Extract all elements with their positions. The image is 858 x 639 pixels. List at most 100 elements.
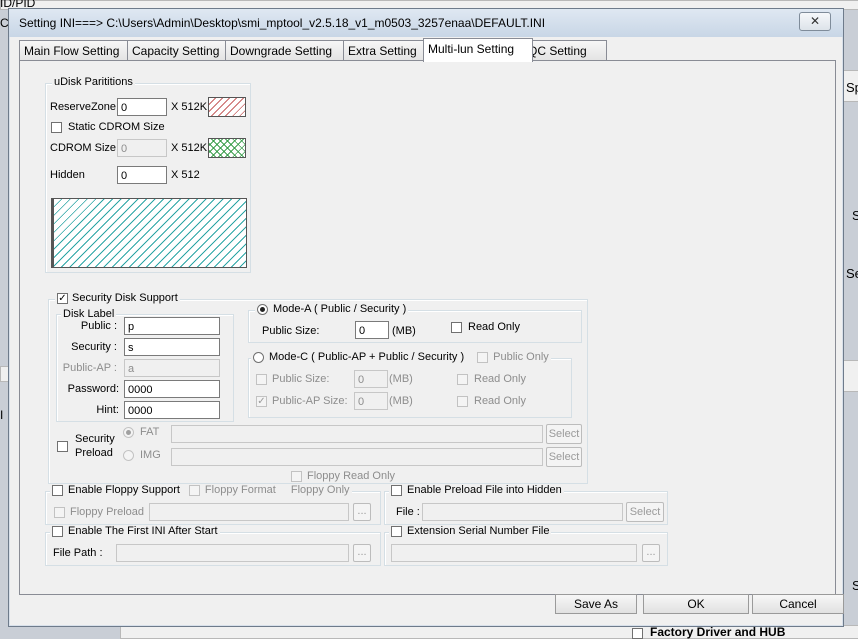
floppy-browse-button[interactable]: ... xyxy=(353,503,371,521)
tab-qc-setting[interactable]: QC Setting xyxy=(523,40,607,61)
ext-serial-title-row: Extension Serial Number File xyxy=(389,525,552,537)
mode-c-radio[interactable] xyxy=(253,351,264,363)
background-text: S xyxy=(852,208,858,223)
public-ap-input[interactable]: a xyxy=(124,359,220,377)
security-disk-title: Security Disk Support xyxy=(72,292,178,304)
reserve-zone-input[interactable]: 0 xyxy=(117,98,167,116)
mode-c-title-row: Mode-C ( Public-AP + Public / Security )… xyxy=(251,351,551,363)
fat-label: FAT xyxy=(140,426,160,438)
background-text: Factory Driver and HUB xyxy=(650,625,786,639)
hint-input[interactable]: 0000 xyxy=(124,401,220,419)
title-bar: Setting INI===> C:\Users\Admin\Desktop\s… xyxy=(9,9,843,37)
password-input[interactable]: 0000 xyxy=(124,380,220,398)
security-preload-label-1: Security xyxy=(75,433,115,445)
hidden-label: Hidden xyxy=(50,169,85,181)
ext-serial-group: Extension Serial Number File ... xyxy=(384,525,668,566)
preload-file-input[interactable] xyxy=(422,503,623,521)
public-only-checkbox[interactable] xyxy=(477,351,489,363)
background-text: I xyxy=(0,408,4,422)
cdrom-size-input[interactable]: 0 xyxy=(117,139,167,157)
floppy-preload-checkbox[interactable] xyxy=(54,507,65,518)
background-text: Se xyxy=(846,266,858,281)
public-label-input[interactable]: p xyxy=(124,317,220,335)
cdrom-size-label: CDROM Size xyxy=(50,142,117,154)
img-label: IMG xyxy=(140,449,161,461)
mode-a-read-only-checkbox[interactable] xyxy=(451,322,462,333)
file-path-input[interactable] xyxy=(116,544,349,562)
mode-c-public-size-input[interactable]: 0 xyxy=(354,370,388,388)
floppy-format-label: Floppy Format xyxy=(204,484,276,496)
cdrom-swatch xyxy=(208,138,246,158)
mode-c-read-only-checkbox[interactable] xyxy=(457,374,468,385)
fat-select-button[interactable]: Select xyxy=(546,424,582,444)
public-size-input[interactable]: 0 xyxy=(355,321,389,339)
enable-floppy-label: Enable Floppy Support xyxy=(68,484,180,496)
fat-path-input[interactable] xyxy=(171,425,543,443)
cdrom-size-unit: X 512K xyxy=(171,142,208,154)
preload-hidden-title-row: Enable Preload File into Hidden xyxy=(389,484,564,496)
floppy-read-only-checkbox[interactable] xyxy=(291,471,302,482)
security-disk-group: ✓ Security Disk Support Disk Label Publi… xyxy=(48,292,588,484)
public-ap-label: Public-AP : xyxy=(62,362,117,374)
close-button[interactable]: ✕ xyxy=(799,12,831,31)
mode-a-radio[interactable] xyxy=(257,303,268,315)
fat-radio[interactable] xyxy=(123,427,134,438)
reserve-zone-unit: X 512K xyxy=(171,101,208,113)
floppy-only-label: Floppy Only xyxy=(290,484,350,496)
security-preload-checkbox[interactable] xyxy=(57,441,68,452)
tab-downgrade-setting[interactable]: Downgrade Setting xyxy=(225,40,349,61)
floppy-read-only-label: Floppy Read Only xyxy=(307,470,396,482)
ext-serial-checkbox[interactable] xyxy=(391,525,402,537)
public-size-label: Public Size: xyxy=(262,325,320,337)
udisk-partitions-title: uDisk Parititions xyxy=(52,76,135,88)
mode-c-group: Mode-C ( Public-AP + Public / Security )… xyxy=(248,351,572,418)
tab-capacity-setting[interactable]: Capacity Setting xyxy=(127,40,231,61)
security-label-input[interactable]: s xyxy=(124,338,220,356)
ext-serial-path-input[interactable] xyxy=(391,544,637,562)
img-select-button[interactable]: Select xyxy=(546,447,582,467)
hidden-input[interactable]: 0 xyxy=(117,166,167,184)
file-path-browse-button[interactable]: ... xyxy=(353,544,371,562)
security-disk-title-row: ✓ Security Disk Support xyxy=(55,292,180,304)
enable-preload-hidden-checkbox[interactable] xyxy=(391,484,402,496)
mode-a-title-row: Mode-A ( Public / Security ) xyxy=(255,303,409,315)
public-ap-size-unit: (MB) xyxy=(389,395,413,407)
reserve-zone-swatch xyxy=(208,97,246,117)
mode-c-public-size-checkbox[interactable] xyxy=(256,374,267,385)
mode-a-read-only-label: Read Only xyxy=(468,321,520,333)
security-preload-label-2: Preload xyxy=(75,447,113,459)
floppy-title-row: Enable Floppy Support Floppy Format Flop… xyxy=(50,484,352,496)
disk-label-group: Disk Label Public : p Security : s Publi… xyxy=(56,308,234,422)
first-ini-title-row: Enable The First INI After Start xyxy=(50,525,220,537)
tab-main-flow-setting[interactable]: Main Flow Setting xyxy=(19,40,133,61)
mode-c-label: Mode-C ( Public-AP + Public / Security ) xyxy=(269,351,465,363)
enable-floppy-checkbox[interactable] xyxy=(52,484,63,496)
enable-first-ini-checkbox[interactable] xyxy=(52,525,63,537)
tab-multi-lun-setting[interactable]: Multi-lun Setting xyxy=(423,38,533,62)
background-panel xyxy=(842,360,858,392)
udisk-partitions-group: uDisk Parititions ReserveZone 0 X 512K S… xyxy=(45,76,251,273)
save-as-button[interactable]: Save As xyxy=(555,594,637,614)
floppy-group: Enable Floppy Support Floppy Format Flop… xyxy=(45,484,381,525)
security-disk-checkbox[interactable]: ✓ xyxy=(57,292,68,304)
public-only-label: Public Only xyxy=(493,351,549,363)
static-cdrom-label: Static CDROM Size xyxy=(68,121,165,133)
enable-preload-hidden-label: Enable Preload File into Hidden xyxy=(407,484,562,496)
public-ap-read-only-checkbox[interactable] xyxy=(457,396,468,407)
ext-serial-browse-button[interactable]: ... xyxy=(642,544,660,562)
img-path-input[interactable] xyxy=(171,448,543,466)
floppy-format-checkbox[interactable] xyxy=(188,484,200,496)
mode-c-public-size-unit: (MB) xyxy=(389,373,413,385)
password-label: Password: xyxy=(67,383,119,395)
public-ap-read-only-label: Read Only xyxy=(474,395,526,407)
cancel-button[interactable]: Cancel xyxy=(752,594,844,614)
static-cdrom-checkbox[interactable] xyxy=(51,122,62,133)
public-ap-size-input[interactable]: 0 xyxy=(354,392,388,410)
floppy-preload-path-input[interactable] xyxy=(149,503,349,521)
preload-file-select-button[interactable]: Select xyxy=(626,502,664,522)
tab-extra-setting[interactable]: Extra Setting xyxy=(343,40,431,61)
img-radio[interactable] xyxy=(123,450,134,461)
floppy-preload-label: Floppy Preload xyxy=(70,506,144,518)
ok-button[interactable]: OK xyxy=(643,594,749,614)
public-ap-size-checkbox[interactable]: ✓ xyxy=(256,396,267,407)
